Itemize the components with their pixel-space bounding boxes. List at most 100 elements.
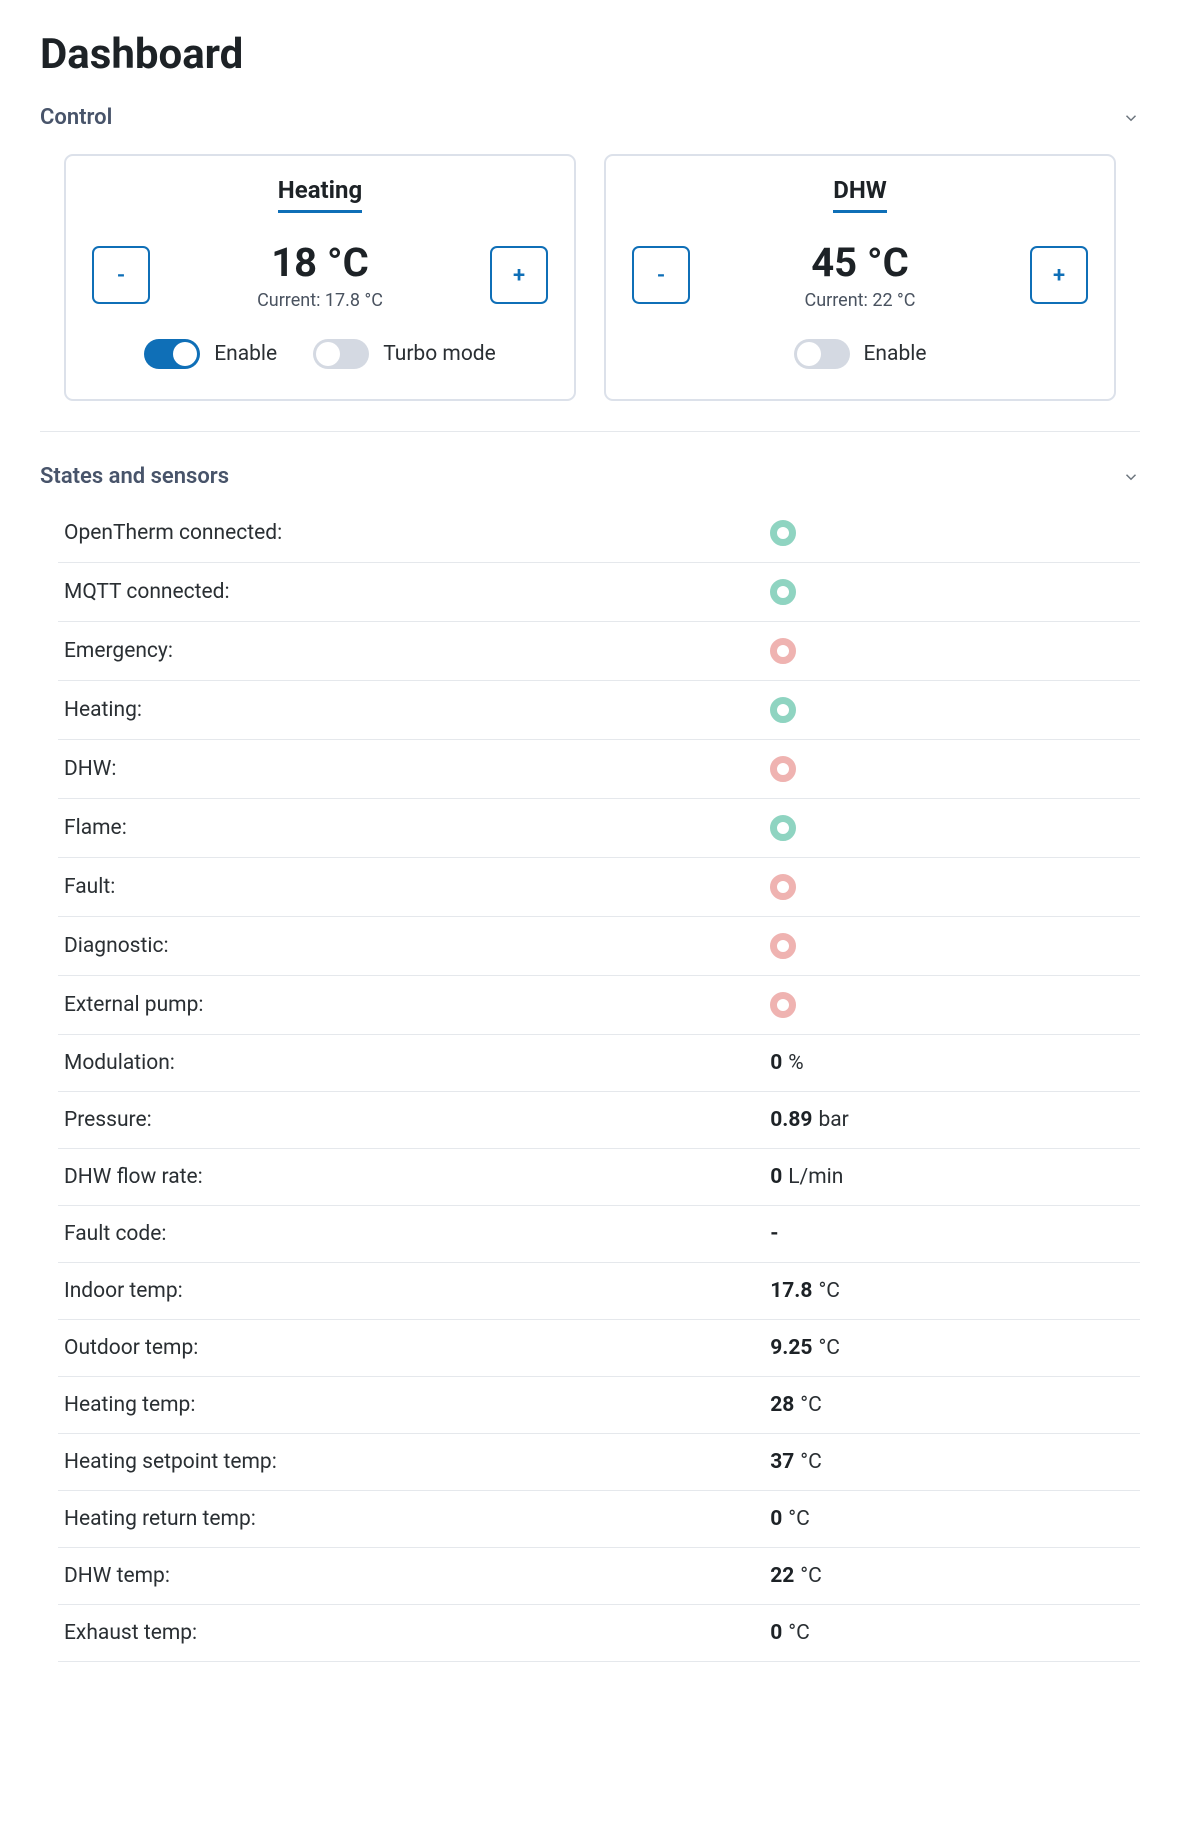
chevron-down-icon xyxy=(1122,109,1140,127)
heating-turbo-switch[interactable] xyxy=(313,339,369,369)
heating-turbo-label: Turbo mode xyxy=(383,342,496,366)
status-indicator-icon xyxy=(770,992,796,1018)
state-value-unit: % xyxy=(788,1051,803,1075)
state-row: OpenTherm connected: xyxy=(58,503,1140,563)
state-label: Modulation: xyxy=(64,1051,770,1075)
state-value: 37°C xyxy=(770,1450,1134,1474)
state-label: Heating temp: xyxy=(64,1393,770,1417)
state-row: Heating return temp:0°C xyxy=(58,1491,1140,1548)
state-row: Fault: xyxy=(58,858,1140,917)
state-value xyxy=(770,756,1134,782)
state-value: 0% xyxy=(770,1051,1134,1075)
heating-decrease-button[interactable]: - xyxy=(92,246,150,304)
state-value: 9.25°C xyxy=(770,1336,1134,1360)
state-row: Outdoor temp:9.25°C xyxy=(58,1320,1140,1377)
state-value-number: 0 xyxy=(770,1051,782,1075)
section-control-title: Control xyxy=(40,105,112,130)
section-states-header[interactable]: States and sensors xyxy=(40,464,1140,495)
page-title: Dashboard xyxy=(40,30,1140,79)
status-indicator-icon xyxy=(770,697,796,723)
state-label: DHW temp: xyxy=(64,1564,770,1588)
state-value: 0°C xyxy=(770,1621,1134,1645)
status-indicator-icon xyxy=(770,638,796,664)
state-row: Emergency: xyxy=(58,622,1140,681)
state-row: External pump: xyxy=(58,976,1140,1035)
state-label: Flame: xyxy=(64,816,770,840)
state-value-unit: °C xyxy=(818,1279,840,1303)
status-indicator-icon xyxy=(770,520,796,546)
section-control-header[interactable]: Control xyxy=(40,105,1140,136)
dhw-increase-button[interactable]: + xyxy=(1030,246,1088,304)
state-label: Indoor temp: xyxy=(64,1279,770,1303)
state-value-unit: °C xyxy=(788,1507,810,1531)
state-label: Exhaust temp: xyxy=(64,1621,770,1645)
state-row: Heating setpoint temp:37°C xyxy=(58,1434,1140,1491)
heating-toggles: Enable Turbo mode xyxy=(92,339,548,369)
card-heating-row: - 18 °C Current: 17.8 °C + xyxy=(92,239,548,311)
state-label: Heating setpoint temp: xyxy=(64,1450,770,1474)
section-control: Control Heating - 18 °C Current: 17.8 °C… xyxy=(40,105,1140,432)
state-value-unit: bar xyxy=(818,1108,848,1132)
dhw-setpoint-wrap: 45 °C Current: 22 °C xyxy=(690,239,1030,311)
card-heating-title: Heating xyxy=(278,176,362,213)
state-value-number: 9.25 xyxy=(770,1336,812,1360)
state-value-wrap: 17.8°C xyxy=(770,1279,840,1303)
state-value-unit: °C xyxy=(788,1621,810,1645)
state-value-number: 22 xyxy=(770,1564,794,1588)
state-row: DHW: xyxy=(58,740,1140,799)
state-value-number: 0 xyxy=(770,1507,782,1531)
status-indicator-icon xyxy=(770,933,796,959)
state-row: Exhaust temp:0°C xyxy=(58,1605,1140,1662)
state-label: Outdoor temp: xyxy=(64,1336,770,1360)
state-value-wrap: 0% xyxy=(770,1051,803,1075)
state-value xyxy=(770,579,1134,605)
state-value xyxy=(770,520,1134,546)
state-value-wrap: 0°C xyxy=(770,1621,810,1645)
state-row: Diagnostic: xyxy=(58,917,1140,976)
dhw-decrease-button[interactable]: - xyxy=(632,246,690,304)
state-row: DHW temp:22°C xyxy=(58,1548,1140,1605)
state-row: Indoor temp:17.8°C xyxy=(58,1263,1140,1320)
heating-enable-group: Enable xyxy=(144,339,277,369)
state-value: 0.89bar xyxy=(770,1108,1134,1132)
state-label: Heating return temp: xyxy=(64,1507,770,1531)
card-dhw-title: DHW xyxy=(833,176,887,213)
state-value-number: 0 xyxy=(770,1621,782,1645)
state-value-wrap: 22°C xyxy=(770,1564,822,1588)
state-row: Modulation:0% xyxy=(58,1035,1140,1092)
heating-setpoint-wrap: 18 °C Current: 17.8 °C xyxy=(150,239,490,311)
state-value-unit: °C xyxy=(800,1450,822,1474)
state-value: 17.8°C xyxy=(770,1279,1134,1303)
state-value-wrap: 37°C xyxy=(770,1450,822,1474)
state-value-unit: °C xyxy=(800,1564,822,1588)
state-row: Heating: xyxy=(58,681,1140,740)
state-label: Fault: xyxy=(64,875,770,899)
state-value: 0°C xyxy=(770,1507,1134,1531)
state-label: Emergency: xyxy=(64,639,770,663)
heating-increase-button[interactable]: + xyxy=(490,246,548,304)
control-cards: Heating - 18 °C Current: 17.8 °C + Enabl… xyxy=(40,136,1140,432)
state-value xyxy=(770,874,1134,900)
state-value-unit: L/min xyxy=(788,1165,843,1189)
state-label: Diagnostic: xyxy=(64,934,770,958)
state-value-wrap: 9.25°C xyxy=(770,1336,840,1360)
dhw-enable-switch[interactable] xyxy=(794,339,850,369)
state-value-wrap: 28°C xyxy=(770,1393,822,1417)
state-label: Pressure: xyxy=(64,1108,770,1132)
state-value xyxy=(770,815,1134,841)
card-dhw: DHW - 45 °C Current: 22 °C + Enable xyxy=(604,154,1116,401)
state-label: OpenTherm connected: xyxy=(64,521,770,545)
heating-current: Current: 17.8 °C xyxy=(150,290,490,311)
heating-enable-switch[interactable] xyxy=(144,339,200,369)
card-dhw-row: - 45 °C Current: 22 °C + xyxy=(632,239,1088,311)
status-indicator-icon xyxy=(770,756,796,782)
dhw-toggles: Enable xyxy=(632,339,1088,369)
state-value: 28°C xyxy=(770,1393,1134,1417)
state-value-number: 0 xyxy=(770,1165,782,1189)
heating-turbo-group: Turbo mode xyxy=(313,339,496,369)
state-value-wrap: - xyxy=(770,1222,778,1246)
state-value xyxy=(770,992,1134,1018)
state-row: Heating temp:28°C xyxy=(58,1377,1140,1434)
state-value-number: 0.89 xyxy=(770,1108,812,1132)
status-indicator-icon xyxy=(770,874,796,900)
